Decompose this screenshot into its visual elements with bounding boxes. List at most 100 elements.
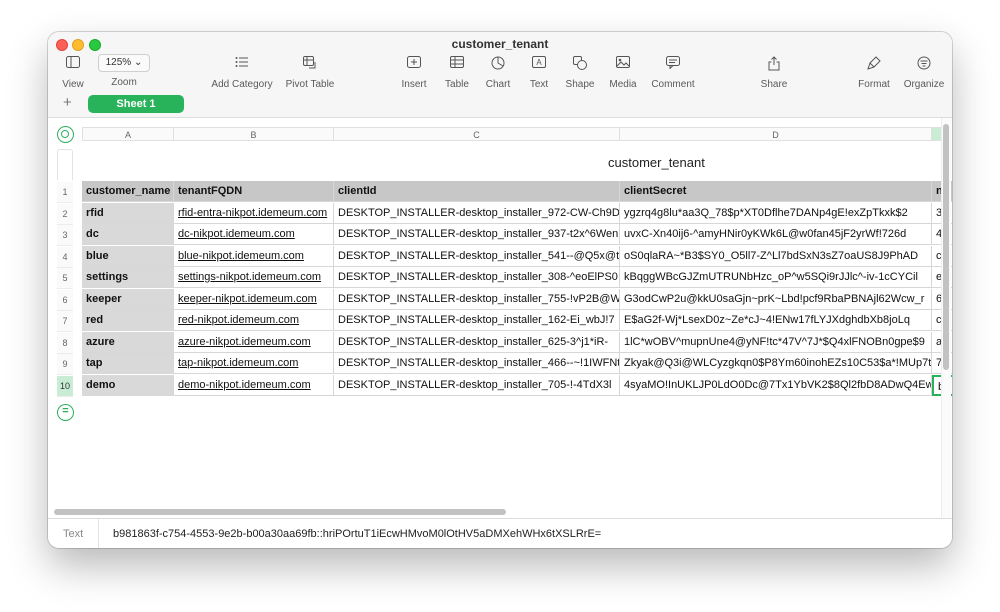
share-label: Share [760,79,788,90]
table-title[interactable]: customer_tenant [608,155,938,170]
data-table[interactable]: customer_name tenantFQDN clientId clientSec… [82,181,952,397]
cell-client-id[interactable]: DESKTOP_INSTALLER-desktop_installer_705-… [334,374,620,396]
table-title-row-gutter [57,149,73,180]
cell-customer-name[interactable]: azure [82,331,174,353]
cell-tenant-fqdn[interactable]: red-nikpot.idemeum.com [174,310,334,331]
comment-button[interactable]: Comment [648,54,698,92]
cell-tenant-fqdn[interactable]: keeper-nikpot.idemeum.com [174,288,334,310]
cell-customer-name[interactable]: demo [82,374,174,396]
numbers-window: customer_tenant View 125% ⌄ Zoom Add Cat… [48,32,952,548]
formula-bar-divider [98,519,99,548]
horizontal-scrollbar[interactable] [54,509,506,515]
row-header-2[interactable]: 2 [57,203,73,225]
text-button[interactable]: A Text [525,54,553,92]
svg-text:A: A [536,58,542,67]
cell-tenant-fqdn[interactable]: tap-nikpot.idemeum.com [174,353,334,374]
format-button[interactable]: Format [856,54,892,92]
column-header-c[interactable]: C [334,127,620,141]
column-headers: A B C D [82,127,952,141]
column-header-b[interactable]: B [174,127,334,141]
share-button[interactable]: Share [758,54,790,92]
cell-client-secret[interactable]: ygzrq4g8lu*aa3Q_78$p*XT0Dflhe7DANp4gE!ex… [620,202,932,224]
cell-tenant-fqdn[interactable]: settings-nikpot.idemeum.com [174,267,334,288]
organize-icon [902,56,946,74]
cell-tenant-fqdn[interactable]: blue-nikpot.idemeum.com [174,245,334,267]
cell-client-secret[interactable]: oS0qlaRA~*B3$SY0_O5ll7-Z^Ll7bdSxN3sZ7oaU… [620,245,932,267]
row-header-10[interactable]: 10 [57,375,73,397]
insert-button[interactable]: Insert [398,54,430,92]
cell-client-id[interactable]: DESKTOP_INSTALLER-desktop_installer_755-… [334,288,620,310]
cell-customer-name[interactable]: keeper [82,288,174,310]
header-cell-client-secret[interactable]: clientSecret [620,181,932,202]
cell-client-id[interactable]: DESKTOP_INSTALLER-desktop_installer_972-… [334,202,620,224]
row-header-5[interactable]: 5 [57,268,73,289]
cell-tenant-fqdn[interactable]: azure-nikpot.idemeum.com [174,331,334,353]
view-button[interactable]: View [60,54,86,92]
shape-button[interactable]: Shape [563,54,597,92]
cell-client-id[interactable]: DESKTOP_INSTALLER-desktop_installer_937-… [334,224,620,245]
row-header-1[interactable]: 1 [57,182,73,203]
media-button[interactable]: Media [607,54,639,92]
cell-client-secret[interactable]: 1lC*wOBV^mupnUne4@yNF!tc*47V^7J*$Q4xlFNO… [620,331,932,353]
cell-customer-name[interactable]: settings [82,267,174,288]
cell-customer-name[interactable]: dc [82,224,174,245]
zoom-control[interactable]: 125% ⌄ Zoom [97,54,151,92]
zoom-label: Zoom [111,77,137,88]
cell-client-secret[interactable]: Zkyak@Q3i@WLCyzgkqn0$P8Ym60inohEZs10C53$… [620,353,932,374]
row-header-4[interactable]: 4 [57,246,73,268]
cell-client-secret[interactable]: E$aG2f-Wj*LsexD0z~Ze*cJ~4!ENw17fLYJXdghd… [620,310,932,331]
media-label: Media [609,79,637,90]
header-cell-tenant-fqdn[interactable]: tenantFQDN [174,181,334,202]
shape-label: Shape [565,79,595,90]
column-header-d[interactable]: D [620,127,932,141]
chart-icon [483,56,513,74]
chart-button[interactable]: Chart [483,54,513,92]
add-category-label: Add Category [211,79,273,90]
tab-sheet-1[interactable]: Sheet 1 [88,95,184,113]
sheet-tabs: + Sheet 1 [48,92,952,118]
cell-client-id[interactable]: DESKTOP_INSTALLER-desktop_installer_162-… [334,310,620,331]
table-button[interactable]: Table [442,54,472,92]
cell-tenant-fqdn[interactable]: demo-nikpot.idemeum.com [174,374,334,396]
vertical-scrollbar[interactable] [943,124,949,370]
cell-tenant-fqdn[interactable]: rfid-entra-nikpot.idemeum.com [174,202,334,224]
add-sheet-button[interactable]: + [63,94,72,111]
insert-label: Insert [401,79,427,90]
row-header-6[interactable]: 6 [57,289,73,311]
zoom-select[interactable]: 125% ⌄ [98,54,150,72]
row-header-3[interactable]: 3 [57,225,73,246]
cell-customer-name[interactable]: blue [82,245,174,267]
cell-customer-name[interactable]: tap [82,353,174,374]
header-cell-client-id[interactable]: clientId [334,181,620,202]
row-header-9[interactable]: 9 [57,354,73,375]
column-header-a[interactable]: A [82,127,174,141]
row-header-8[interactable]: 8 [57,332,73,354]
cell-client-secret[interactable]: uvxC-Xn40ij6-^amyHNir0yKWk6L@w0fan45jF2y… [620,224,932,245]
cell-tenant-fqdn[interactable]: dc-nikpot.idemeum.com [174,224,334,245]
cell-client-id[interactable]: DESKTOP_INSTALLER-desktop_installer_308-… [334,267,620,288]
spreadsheet-canvas[interactable]: A B C D 1 2 3 4 5 6 7 8 9 10 customer_tenant cust… [48,118,952,518]
cell-customer-name[interactable]: rfid [82,202,174,224]
select-all-button[interactable] [57,126,74,143]
cell-client-id[interactable]: DESKTOP_INSTALLER-desktop_installer_625-… [334,331,620,353]
comment-icon [648,56,698,74]
cell-customer-name[interactable]: red [82,310,174,331]
row-header-7[interactable]: 7 [57,311,73,332]
organize-label: Organize [903,79,945,90]
pivot-table-button[interactable]: Pivot Table [284,54,336,92]
share-icon [758,56,790,74]
text-box-icon: A [525,56,553,74]
organize-button[interactable]: Organize [902,54,946,92]
cell-value-display[interactable]: b981863f-c754-4553-9e2b-b00a30aa69fb::hr… [113,528,601,540]
cell-client-secret[interactable]: 4syaMO!InUKLJP0LdO0Dc@7Tx1YbVK2$8Ql2fbD8… [620,374,932,396]
cell-client-secret[interactable]: G3odCwP2u@kkU0saGjn~prK~Lbd!pcf9RbaPBNAj… [620,288,932,310]
cell-client-id[interactable]: DESKTOP_INSTALLER-desktop_installer_541-… [334,245,620,267]
add-category-button[interactable]: Add Category [211,54,273,92]
table-icon [442,56,472,74]
cell-client-id[interactable]: DESKTOP_INSTALLER-desktop_installer_466-… [334,353,620,374]
cell-client-secret[interactable]: kBqggWBcGJZmUTRUNbHzc_oP^w5SQi9rJJlc^-iv… [620,267,932,288]
add-rows-button[interactable]: = [57,404,74,421]
window-title: customer_tenant [451,37,549,51]
header-cell-customer-name[interactable]: customer_name [82,181,174,202]
sidebar-icon [60,56,86,74]
